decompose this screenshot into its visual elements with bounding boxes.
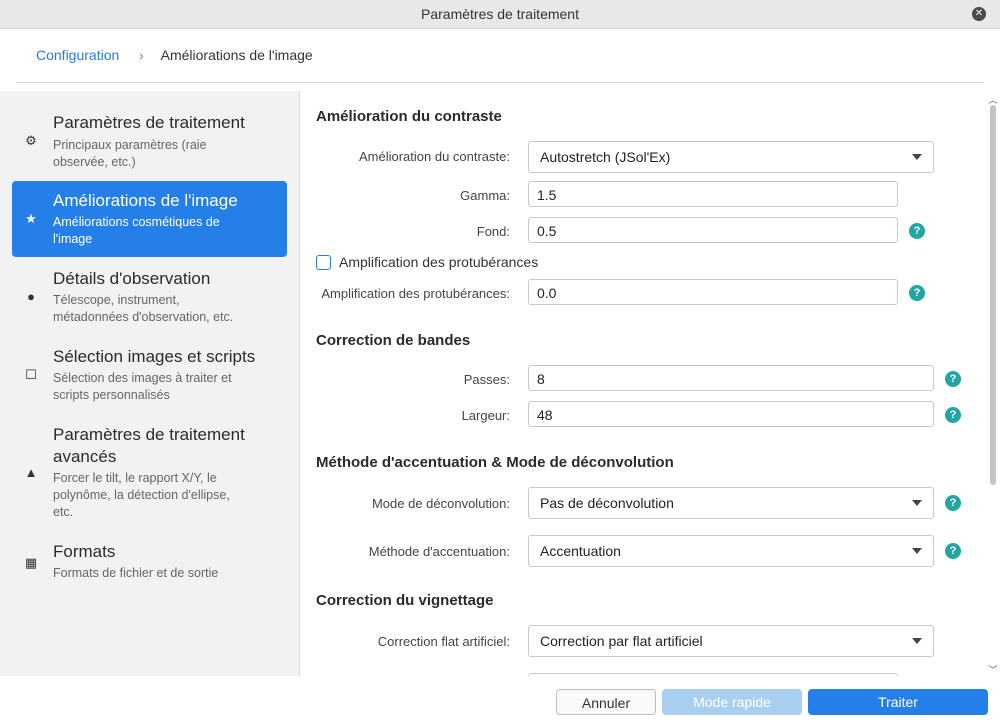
scrollbar-thumb[interactable] <box>990 105 996 485</box>
contrast-mode-value: Autostretch (JSol'Ex) <box>540 149 671 165</box>
help-icon[interactable]: ? <box>909 285 925 301</box>
section-title-sharpen: Méthode d'accentuation & Mode de déconvo… <box>316 454 674 471</box>
sharpening-label: Méthode d'accentuation: <box>368 544 510 559</box>
scroll-down-arrow-icon[interactable]: ﹀ <box>988 663 998 675</box>
sidebar-item-desc: observée, etc.) <box>53 155 136 169</box>
section-title-vignette: Correction du vignettage <box>316 592 494 609</box>
passes-input[interactable]: 8 <box>528 365 934 391</box>
settings-panel: Amélioration du contraste Amélioration d… <box>300 91 988 676</box>
sidebar-item-title: Sélection images et scripts <box>53 347 256 366</box>
sidebar-item-desc: Télescope, instrument, <box>53 293 180 307</box>
breadcrumb: Configuration › Améliorations de l'image <box>16 28 984 83</box>
dialog-footer: Annuler Mode rapide Traiter <box>0 676 1000 728</box>
window-title: Paramètres de traitement <box>421 6 579 22</box>
fond-label: Fond: <box>476 224 510 239</box>
section-title-contrast: Amélioration du contraste <box>316 108 502 125</box>
process-button[interactable]: Traiter <box>808 689 988 715</box>
sidebar-item-desc: scripts personnalisés <box>53 388 170 402</box>
breadcrumb-configuration-link[interactable]: Configuration <box>36 47 119 63</box>
sidebar-item-title: Formats <box>53 542 116 561</box>
prominence-checkbox-row[interactable]: Amplification des protubérances <box>316 254 538 270</box>
sidebar-item-enhancements[interactable]: ★ Améliorations de l'image Améliorations… <box>12 181 287 257</box>
sidebar-item-desc: Forcer le tilt, le rapport X/Y, le <box>53 471 217 485</box>
scroll-up-arrow-icon[interactable]: ︿ <box>988 93 998 105</box>
deconvolution-select[interactable]: Pas de déconvolution <box>528 487 934 519</box>
sidebar-item-desc: Améliorations cosmétiques de <box>53 215 220 229</box>
sharpening-select[interactable]: Accentuation <box>528 535 934 567</box>
chevron-down-icon <box>912 154 922 160</box>
passes-label: Passes: <box>463 372 510 387</box>
flat-correction-label: Correction flat artificiel: <box>377 634 510 649</box>
prominence-amount-label: Amplification des protubérances: <box>321 286 510 301</box>
sidebar-item-title: Paramètres de traitement <box>53 425 245 444</box>
sidebar-item-images-scripts[interactable]: ☐ Sélection images et scripts Sélection … <box>12 339 287 409</box>
gear-icon: ⚙ <box>25 133 37 148</box>
title-bar: Paramètres de traitement ✕ <box>0 0 1000 29</box>
breadcrumb-separator: › <box>139 47 144 63</box>
star-icon: ★ <box>25 211 37 226</box>
sidebar-item-desc: Principaux paramètres (raie <box>53 138 207 152</box>
contrast-mode-select[interactable]: Autostretch (JSol'Ex) <box>528 141 934 173</box>
sidebar-item-desc: métadonnées d'observation, etc. <box>53 310 234 324</box>
chevron-down-icon <box>912 638 922 644</box>
breadcrumb-current: Améliorations de l'image <box>160 47 313 63</box>
sidebar-item-title: Améliorations de l'image <box>53 191 238 210</box>
gamma-input[interactable]: 1.5 <box>528 181 898 207</box>
sidebar-item-title: Détails d'observation <box>53 269 211 288</box>
fond-input[interactable]: 0.5 <box>528 217 898 243</box>
flat-correction-value: Correction par flat artificiel <box>540 633 703 649</box>
sidebar-item-processing[interactable]: ⚙ Paramètres de traitement Principaux pa… <box>12 105 287 175</box>
help-icon[interactable]: ? <box>945 495 961 511</box>
flat-correction-select[interactable]: Correction par flat artificiel <box>528 625 934 657</box>
grid-icon: ▦ <box>24 555 38 570</box>
help-icon[interactable]: ? <box>909 223 925 239</box>
quick-mode-button[interactable]: Mode rapide <box>662 689 802 715</box>
sidebar-item-desc: Sélection des images à traiter et <box>53 371 232 385</box>
sidebar-item-desc: polynôme, la détection d'ellipse, <box>53 488 230 502</box>
close-icon[interactable]: ✕ <box>972 7 986 21</box>
help-icon[interactable]: ? <box>945 407 961 423</box>
triangle-icon: ▲ <box>24 465 38 480</box>
sidebar-item-formats[interactable]: ▦ Formats Formats de fichier et de sorti… <box>12 535 287 585</box>
sharpening-value: Accentuation <box>540 543 621 559</box>
section-title-banding: Correction de bandes <box>316 332 471 349</box>
prominence-checkbox[interactable] <box>316 254 331 270</box>
sidebar-item-desc: etc. <box>53 505 74 519</box>
square-icon: ☐ <box>25 367 37 382</box>
sidebar-item-desc: l'image <box>53 232 93 246</box>
gamma-label: Gamma: <box>460 188 510 203</box>
chevron-down-icon <box>912 548 922 554</box>
contrast-mode-label: Amélioration du contraste: <box>358 149 510 164</box>
deconvolution-label: Mode de déconvolution: <box>371 496 510 511</box>
prominence-checkbox-label: Amplification des protubérances <box>339 254 539 270</box>
chevron-down-icon <box>912 500 922 506</box>
circle-icon: ● <box>27 289 35 304</box>
sidebar-item-title: Paramètres de traitement <box>53 113 245 132</box>
cancel-button[interactable]: Annuler <box>556 689 656 715</box>
help-icon[interactable]: ? <box>945 543 961 559</box>
sidebar-item-observation[interactable]: ● Détails d'observation Télescope, instr… <box>12 261 287 331</box>
band-width-label: Largeur: <box>461 408 510 423</box>
sidebar-item-advanced[interactable]: ▲ Paramètres de traitement avancés Force… <box>12 417 287 527</box>
sidebar: ⚙ Paramètres de traitement Principaux pa… <box>0 91 300 676</box>
band-width-input[interactable]: 48 <box>528 401 934 427</box>
help-icon[interactable]: ? <box>945 371 961 387</box>
deconvolution-value: Pas de déconvolution <box>540 495 674 511</box>
prominence-amount-input[interactable]: 0.0 <box>528 279 898 305</box>
sidebar-item-title: avancés <box>53 447 117 466</box>
sidebar-item-desc: Formats de fichier et de sortie <box>53 566 219 580</box>
